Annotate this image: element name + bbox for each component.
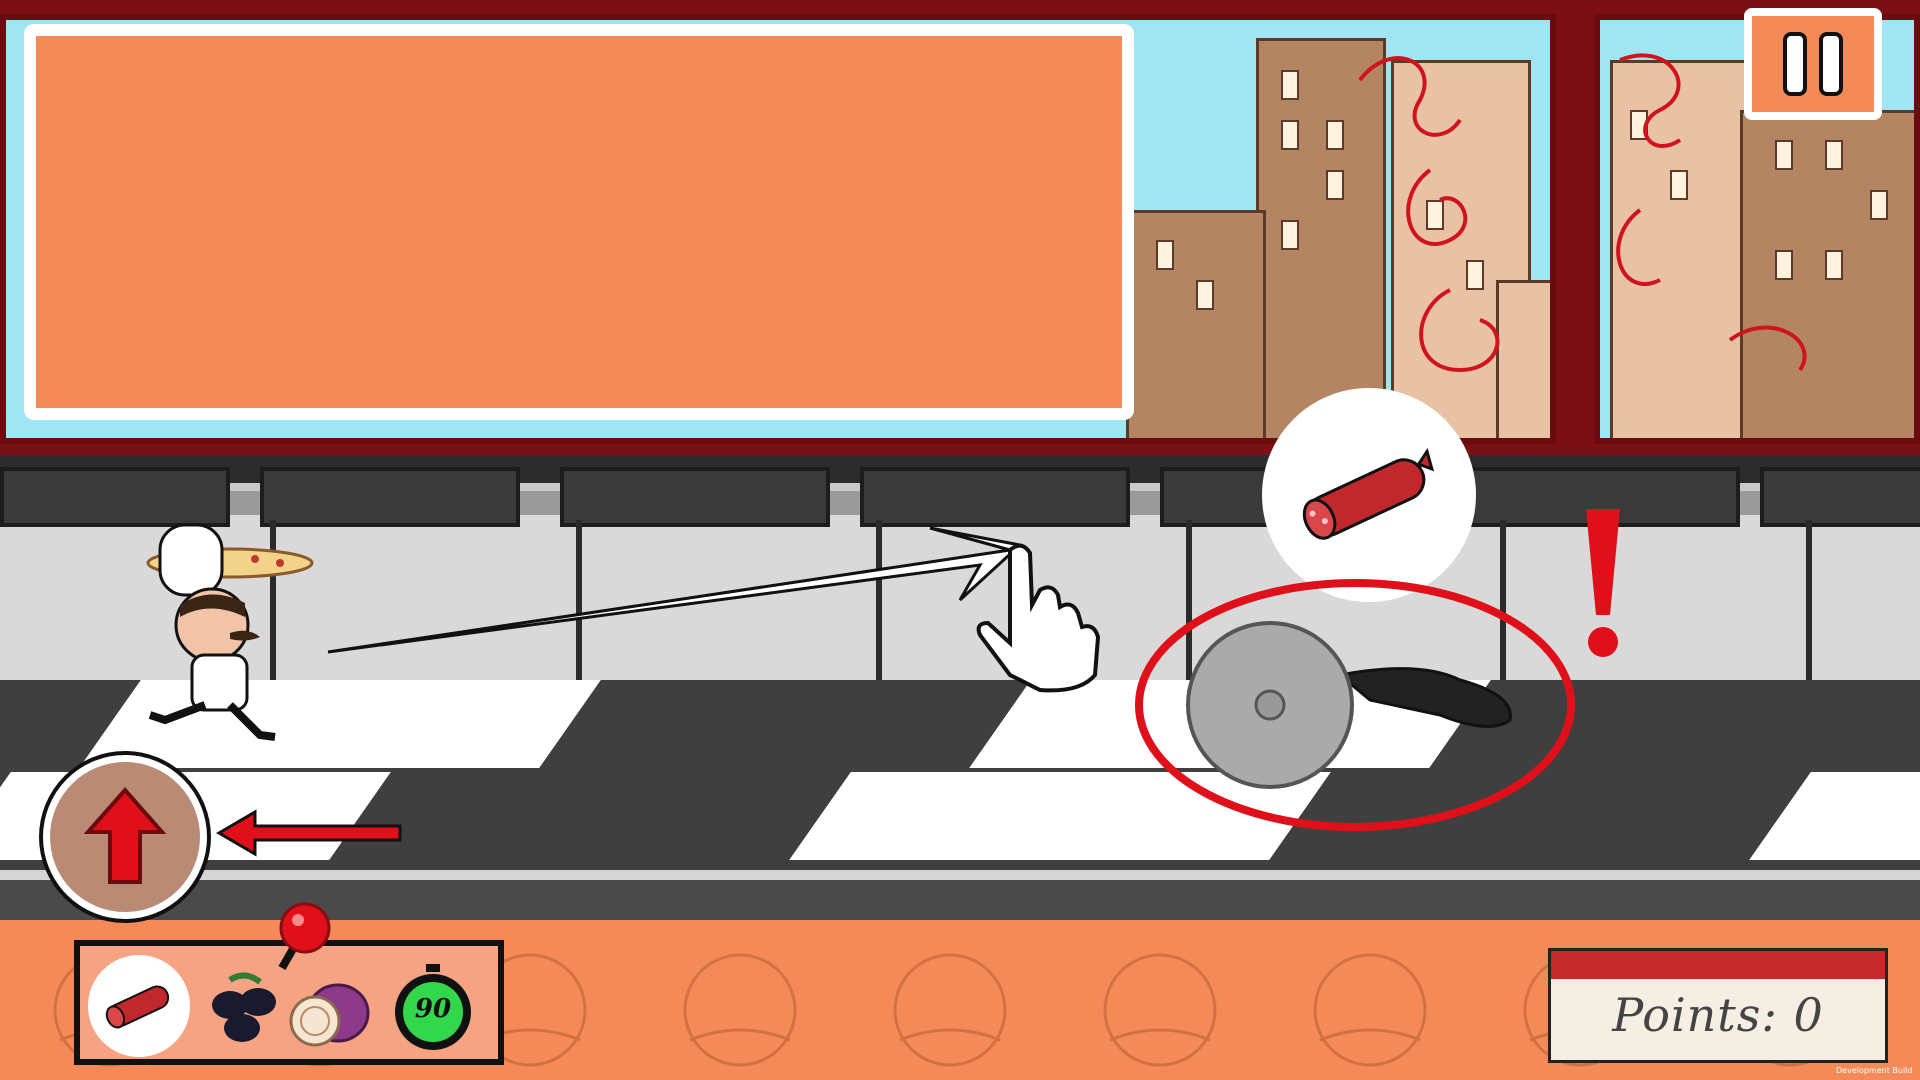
points-label: Points: 0 [1612, 987, 1824, 1042]
development-build-label: Development Build [1836, 1066, 1913, 1075]
salami-icon [1302, 447, 1435, 540]
counter-bin [860, 467, 1130, 527]
salami-icon [105, 985, 170, 1029]
hint-arrow-icon [216, 809, 402, 857]
swipe-arrow-icon [327, 526, 1024, 654]
points-panel: Points: 0 [1548, 948, 1888, 1063]
up-arrow-icon [83, 786, 167, 884]
jump-button[interactable] [43, 755, 207, 919]
pizza-cutter-hazard [1135, 579, 1575, 831]
counter-bin [560, 467, 830, 527]
onion-icon[interactable] [283, 963, 373, 1053]
hand-pointer-icon [976, 543, 1101, 693]
pause-button[interactable] [1744, 8, 1882, 120]
counter-bin [1760, 467, 1920, 527]
timer-value: 90 [414, 994, 452, 1024]
ingredient-slot-salami[interactable] [88, 955, 190, 1057]
timer-widget: 90 [388, 962, 478, 1052]
chef-character [146, 523, 314, 741]
pause-icon [1783, 32, 1807, 96]
warning-icon [1586, 509, 1620, 657]
target-ingredient-bubble [1262, 388, 1476, 602]
olives-icon[interactable] [200, 960, 290, 1050]
tutorial-panel [24, 24, 1134, 420]
